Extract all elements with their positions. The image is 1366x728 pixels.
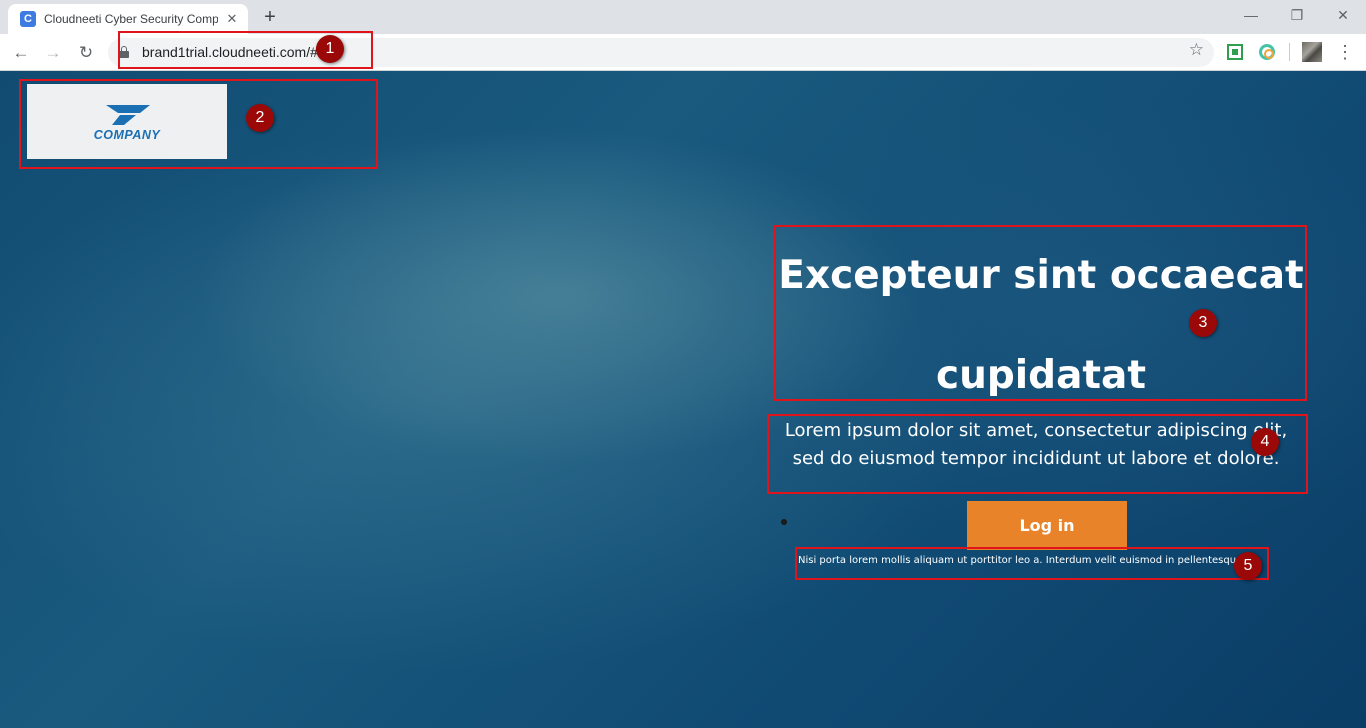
extension-sheet-icon[interactable]	[1227, 44, 1243, 60]
minimize-icon[interactable]: —	[1228, 2, 1274, 30]
annotation-marker-4: 4	[1251, 428, 1279, 456]
annotation-marker-5: 5	[1234, 552, 1262, 580]
tab-close-icon[interactable]: ✕	[224, 11, 240, 27]
new-tab-button[interactable]: +	[258, 6, 282, 28]
browser-menu-icon[interactable]: ⋮	[1336, 40, 1354, 64]
annotation-box-2	[19, 79, 378, 169]
annotation-marker-2: 2	[246, 104, 274, 132]
bullet-dot	[781, 519, 787, 525]
back-arrow-icon[interactable]: ←	[8, 40, 34, 66]
reload-icon[interactable]: ↻	[73, 40, 99, 66]
close-window-icon[interactable]: ✕	[1320, 2, 1366, 30]
profile-avatar[interactable]	[1302, 42, 1322, 62]
browser-tab[interactable]: C Cloudneeti Cyber Security Comp ✕	[8, 4, 248, 34]
annotation-box-4	[767, 414, 1308, 494]
restore-icon[interactable]: ❐	[1274, 2, 1320, 30]
browser-tab-bar: C Cloudneeti Cyber Security Comp ✕ + — ❐…	[0, 0, 1366, 34]
login-button[interactable]: Log in	[967, 501, 1127, 550]
bookmark-star-icon[interactable]: ☆	[1189, 40, 1204, 60]
annotation-box-5	[795, 547, 1269, 580]
annotation-marker-1: 1	[316, 35, 344, 63]
annotation-marker-3: 3	[1189, 309, 1217, 337]
extension-target-icon[interactable]	[1259, 44, 1275, 60]
annotation-box-3	[774, 225, 1307, 401]
tab-title: Cloudneeti Cyber Security Comp	[44, 12, 218, 26]
toolbar-divider	[1289, 43, 1290, 61]
cloudneeti-favicon-icon: C	[20, 11, 36, 27]
forward-arrow-icon[interactable]: →	[40, 40, 66, 66]
